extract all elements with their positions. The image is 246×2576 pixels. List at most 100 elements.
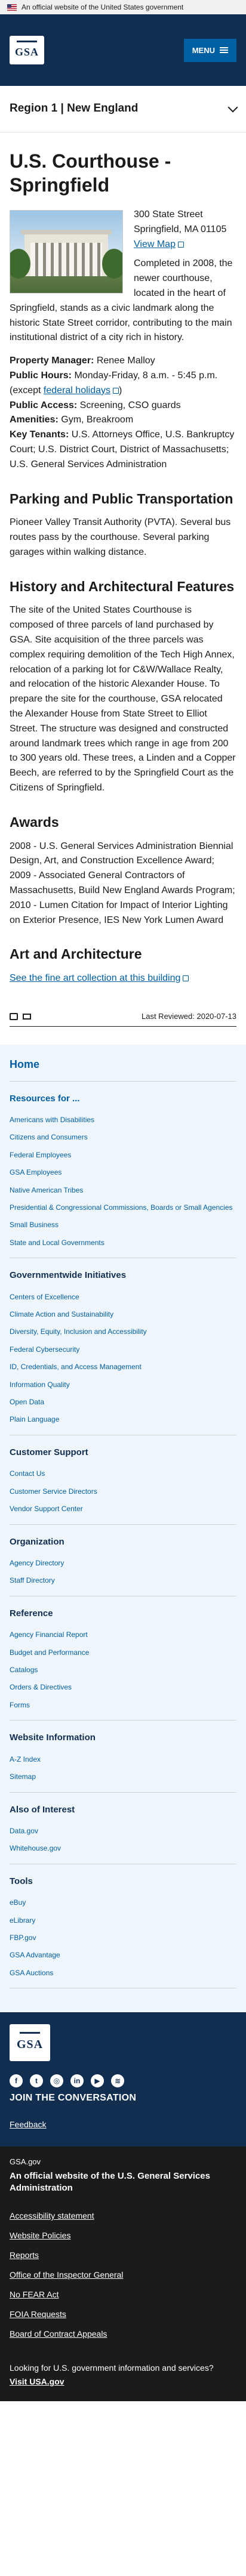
footer-link-sitemap[interactable]: Sitemap (10, 1772, 36, 1781)
footer-link-orders-directives[interactable]: Orders & Directives (10, 1683, 72, 1691)
footer-link-climate-action-and-sustainability[interactable]: Climate Action and Sustainability (10, 1310, 113, 1318)
footer-section-list: Americans with Disabilities Citizens and … (10, 1111, 236, 1252)
visit-usa-gov-link[interactable]: Visit USA.gov (10, 2376, 64, 2388)
gov-banner-text: An official website of the United States… (21, 3, 184, 11)
external-link-icon (177, 241, 184, 248)
list-item: Diversity, Equity, Inclusion and Accessi… (10, 1323, 236, 1340)
menu-button[interactable]: MENU (183, 38, 236, 62)
footer-link-a-z-index[interactable]: A-Z Index (10, 1755, 41, 1763)
email-icon[interactable] (23, 1013, 31, 1020)
footer-link-americans-with-disabilities[interactable]: Americans with Disabilities (10, 1116, 94, 1124)
list-item: eLibrary (10, 1912, 236, 1929)
footer-section-list: Agency Financial Report Budget and Perfor… (10, 1626, 236, 1714)
footer-link-forms[interactable]: Forms (10, 1701, 30, 1709)
lower-link-foia-requests[interactable]: FOIA Requests (10, 2309, 66, 2319)
footer-section-heading: Tools (10, 1876, 33, 1886)
list-item: Centers of Excellence (10, 1289, 236, 1306)
footer-gsa-logo[interactable]: GSA (10, 2024, 50, 2062)
footer-link-state-and-local-governments[interactable]: State and Local Governments (10, 1238, 104, 1247)
footer-link-data-gov[interactable]: Data.gov (10, 1827, 38, 1835)
footer-section-list: Agency Directory Staff Directory (10, 1555, 236, 1590)
footer-link-fbp-gov[interactable]: FBP.gov (10, 1933, 36, 1942)
footer-link-contact-us[interactable]: Contact Us (10, 1469, 45, 1478)
facts-list: Property Manager: Renee Malloy Public Ho… (10, 354, 236, 472)
lower-link-office-of-the-inspector-general[interactable]: Office of the Inspector General (10, 2270, 123, 2280)
list-item: eBuy (10, 1894, 236, 1911)
linkedin-icon[interactable]: in (70, 2074, 84, 2088)
footer-link-elibrary[interactable]: eLibrary (10, 1916, 35, 1925)
footer-link-presidential-congressional-commissions-boards-or-small-agencies[interactable]: Presidential & Congressional Commissions… (10, 1203, 233, 1212)
footer-link-customer-service-directors[interactable]: Customer Service Directors (10, 1487, 97, 1496)
list-item: Citizens and Consumers (10, 1129, 236, 1146)
footer-link-diversity-equity-inclusion-and-accessibility[interactable]: Diversity, Equity, Inclusion and Accessi… (10, 1327, 147, 1336)
footer-section-list: eBuy eLibrary FBP.gov GSA Advantage GSA Auct… (10, 1894, 236, 1982)
instagram-icon[interactable]: ◎ (50, 2074, 63, 2088)
list-item: Small Business (10, 1216, 236, 1234)
lower-link-accessibility-statement[interactable]: Accessibility statement (10, 2211, 94, 2220)
last-reviewed: Last Reviewed: 2020-07-13 (142, 1012, 236, 1021)
list-item: FOIA Requests (10, 2306, 236, 2325)
rss-icon[interactable]: ≋ (111, 2074, 124, 2088)
footer-link-citizens-and-consumers[interactable]: Citizens and Consumers (10, 1133, 88, 1141)
footer-link-gsa-auctions[interactable]: GSA Auctions (10, 1969, 53, 1977)
region-accordion[interactable]: Region 1 | New England (0, 86, 246, 132)
footer-link-centers-of-excellence[interactable]: Centers of Excellence (10, 1293, 79, 1301)
lower-link-board-of-contract-appeals[interactable]: Board of Contract Appeals (10, 2329, 107, 2339)
view-map-link[interactable]: View Map (134, 239, 176, 249)
list-item: Whitehouse.gov (10, 1840, 236, 1857)
footer-nav: Home Resources for ... Americans with Dis… (0, 1044, 246, 2013)
footer-link-open-data[interactable]: Open Data (10, 1398, 44, 1406)
footer-link-budget-and-performance[interactable]: Budget and Performance (10, 1648, 89, 1657)
footer-link-plain-language[interactable]: Plain Language (10, 1415, 59, 1423)
federal-holidays-link[interactable]: federal holidays (44, 385, 110, 396)
list-item: Data.gov (10, 1823, 236, 1840)
footer-link-agency-financial-report[interactable]: Agency Financial Report (10, 1630, 88, 1639)
site-header: GSA MENU (0, 14, 246, 86)
footer-section-list: Data.gov Whitehouse.gov (10, 1823, 236, 1858)
footer-link-gsa-employees[interactable]: GSA Employees (10, 1168, 61, 1176)
footer-section-reference: Reference Agency Financial Report Budget a… (10, 1596, 236, 1721)
footer-link-agency-directory[interactable]: Agency Directory (10, 1559, 64, 1567)
facebook-icon[interactable]: f (10, 2074, 23, 2088)
footer-section-customer-support: Customer Support Contact Us Customer Servi… (10, 1435, 236, 1525)
footer-section-heading: Organization (10, 1536, 64, 1547)
footer-link-whitehouse-gov[interactable]: Whitehouse.gov (10, 1844, 61, 1852)
footer-link-catalogs[interactable]: Catalogs (10, 1666, 38, 1674)
footer-home-link[interactable]: Home (10, 1045, 236, 1081)
us-flag-icon (7, 4, 17, 11)
footer-section-heading[interactable]: Resources for ... (10, 1092, 236, 1106)
footer-section-website-information: Website Information A-Z Index Sitemap (10, 1721, 236, 1793)
gsa-logo[interactable]: GSA (10, 36, 44, 64)
footer-link-federal-employees[interactable]: Federal Employees (10, 1151, 71, 1159)
list-item: GSA Auctions (10, 1965, 236, 1982)
lower-link-no-fear-act[interactable]: No FEAR Act (10, 2290, 59, 2299)
feedback-link[interactable]: Feedback (10, 2118, 236, 2131)
footer-link-vendor-support-center[interactable]: Vendor Support Center (10, 1505, 83, 1513)
list-item: Budget and Performance (10, 1644, 236, 1661)
print-icon[interactable] (10, 1012, 18, 1020)
footer-link-native-american-tribes[interactable]: Native American Tribes (10, 1186, 83, 1194)
fact-amenities: Amenities: Gym, Breakroom (10, 415, 134, 425)
lower-link-reports[interactable]: Reports (10, 2250, 39, 2260)
list-item: Accessibility statement (10, 2207, 236, 2227)
footer-link-gsa-advantage[interactable]: GSA Advantage (10, 1951, 60, 1959)
list-item: State and Local Governments (10, 1234, 236, 1252)
footer-logo-mark-icon (20, 2032, 40, 2034)
list-item: GSA Advantage (10, 1947, 236, 1964)
footer-link-federal-cybersecurity[interactable]: Federal Cybersecurity (10, 1345, 79, 1354)
footer-section-heading: Governmentwide Initiatives (10, 1270, 127, 1281)
art-link-row: See the fine art collection at this buil… (10, 971, 236, 986)
list-item: Catalogs (10, 1661, 236, 1679)
footer-link-staff-directory[interactable]: Staff Directory (10, 1576, 55, 1584)
fine-art-link[interactable]: See the fine art collection at this buil… (10, 973, 180, 983)
youtube-icon[interactable]: ▶ (91, 2074, 104, 2088)
twitter-icon[interactable]: t (30, 2074, 43, 2088)
footer-link-id-credentials-and-access-management[interactable]: ID, Credentials, and Access Management (10, 1363, 142, 1371)
footer-link-information-quality[interactable]: Information Quality (10, 1380, 70, 1389)
footer-section-resources-for: Resources for ... Americans with Disabili… (10, 1082, 236, 1259)
awards-heading: Awards (10, 814, 59, 830)
lower-link-website-policies[interactable]: Website Policies (10, 2231, 70, 2240)
footer-link-ebuy[interactable]: eBuy (10, 1898, 26, 1907)
footer-link-small-business[interactable]: Small Business (10, 1221, 59, 1229)
fact-access: Public Access: Screening, CSO guards (10, 400, 181, 410)
